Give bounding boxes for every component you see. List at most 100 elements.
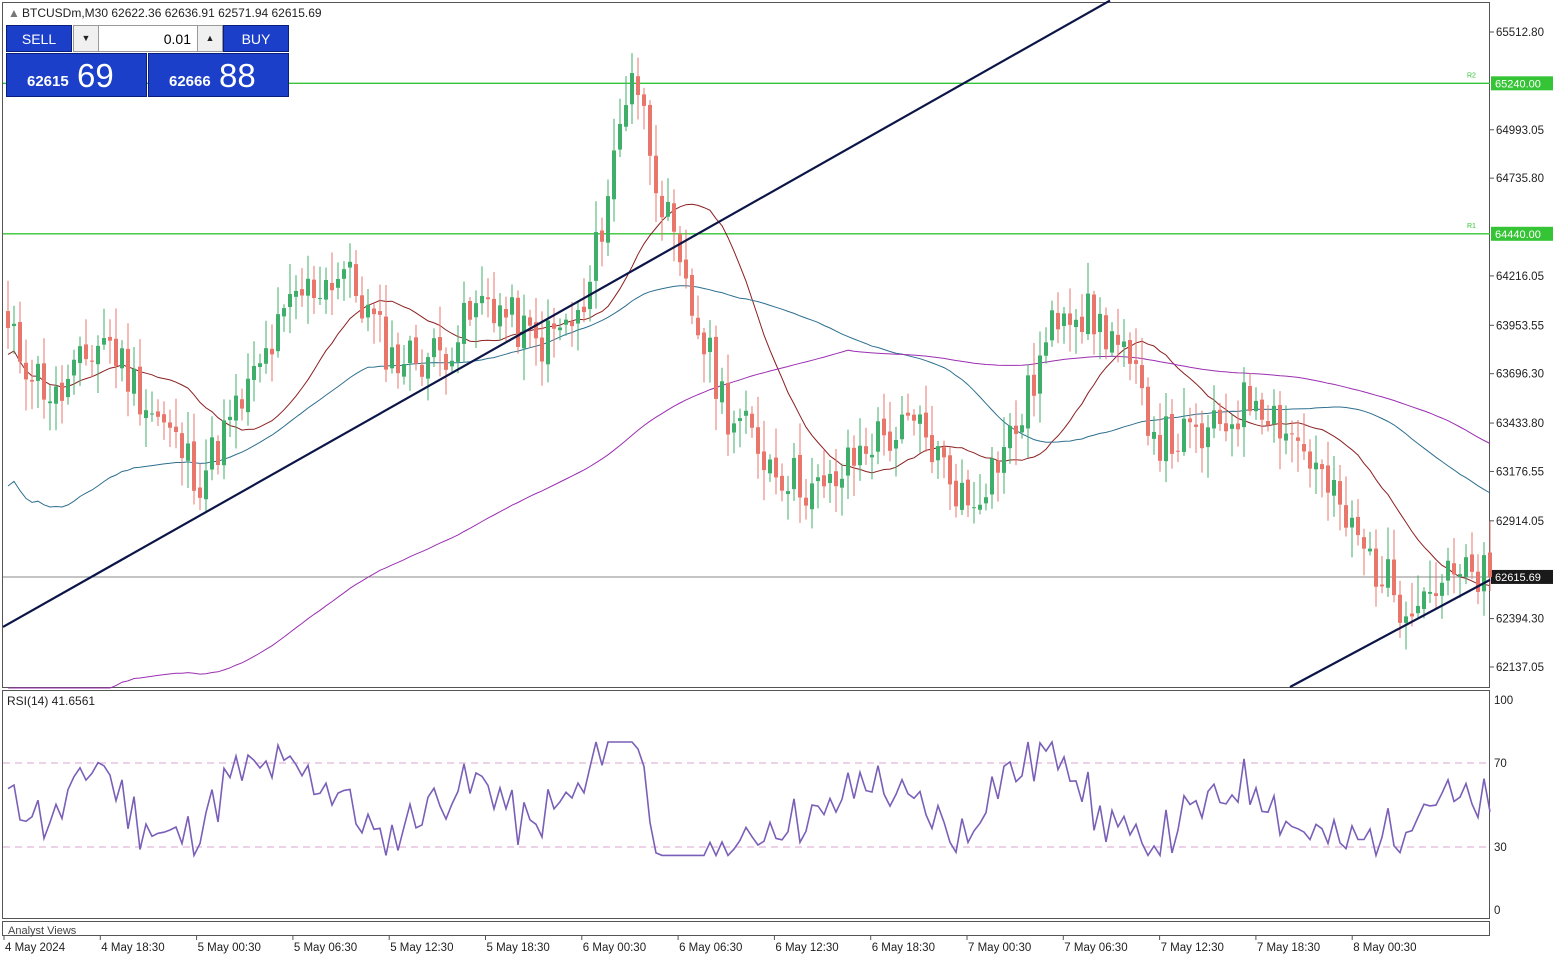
candle-body bbox=[600, 230, 604, 242]
candle-body bbox=[1362, 537, 1366, 549]
level-price-label: 65240.00 bbox=[1495, 78, 1541, 90]
candle-body bbox=[204, 470, 208, 500]
main-chart-frame bbox=[2, 2, 1490, 688]
candle-body bbox=[18, 322, 22, 362]
candle-body bbox=[114, 338, 118, 367]
time-axis-label: 5 May 18:30 bbox=[487, 942, 550, 954]
rsi-axis-label: 30 bbox=[1494, 842, 1507, 854]
candle-body bbox=[870, 454, 874, 458]
buy-price-button[interactable]: 62666 88 bbox=[148, 53, 289, 97]
candle-body bbox=[978, 504, 982, 510]
lot-decrease-icon[interactable]: ▼ bbox=[73, 25, 99, 52]
level-tag-r2: R2 bbox=[1467, 72, 1476, 79]
candle-body bbox=[456, 342, 460, 362]
candle-body bbox=[1356, 516, 1360, 536]
trendline-lower bbox=[1289, 578, 1491, 688]
candle-body bbox=[720, 381, 724, 403]
candle-body bbox=[672, 203, 676, 232]
candle-body bbox=[906, 412, 910, 416]
time-axis-label: 7 May 12:30 bbox=[1161, 942, 1224, 954]
price-axis-label: 62914.05 bbox=[1496, 516, 1544, 528]
level-tag-r1: R1 bbox=[1467, 223, 1476, 230]
candle-body bbox=[480, 295, 484, 304]
candle-body bbox=[714, 336, 718, 399]
candle-body bbox=[846, 447, 850, 476]
candle-body bbox=[66, 378, 70, 398]
candle-body bbox=[1314, 462, 1318, 470]
candle-body bbox=[546, 320, 550, 365]
candle-body bbox=[426, 357, 430, 379]
candle-body bbox=[1458, 574, 1462, 577]
candle-body bbox=[1482, 555, 1486, 592]
candle-body bbox=[162, 414, 166, 423]
candle-body bbox=[1332, 479, 1336, 496]
candle-body bbox=[540, 337, 544, 362]
candle-body bbox=[24, 362, 28, 380]
candle-body bbox=[288, 294, 292, 307]
candle-body bbox=[654, 155, 658, 194]
candle-body bbox=[1236, 423, 1240, 430]
time-axis-label: 7 May 06:30 bbox=[1064, 942, 1127, 954]
candle-body bbox=[1068, 313, 1072, 325]
candle-body bbox=[1248, 386, 1252, 412]
ma-fast-line bbox=[7, 203, 1491, 587]
candle-body bbox=[1416, 605, 1420, 614]
analyst-views-label[interactable]: Analyst Views bbox=[8, 925, 77, 937]
candle-body bbox=[216, 440, 220, 466]
chart-menu-icon[interactable]: ▲ bbox=[8, 6, 20, 20]
candle-body bbox=[414, 337, 418, 364]
candle-body bbox=[774, 457, 778, 478]
candle-body bbox=[36, 363, 40, 381]
candle-body bbox=[504, 309, 508, 318]
time-axis: 4 May 2024 4 May 18:30 5 May 00:30 5 May 06… bbox=[3, 936, 1416, 954]
rsi-axis-label: 0 bbox=[1494, 905, 1500, 917]
candle-body bbox=[594, 232, 598, 281]
candle-body bbox=[948, 455, 952, 485]
candle-body bbox=[1410, 613, 1414, 617]
candle-body bbox=[1230, 424, 1234, 429]
candle-body bbox=[438, 337, 442, 351]
candle-body bbox=[1062, 313, 1066, 327]
lot-size-input[interactable] bbox=[99, 25, 197, 52]
candle-body bbox=[306, 278, 310, 296]
price-axis-label: 65512.80 bbox=[1496, 27, 1544, 39]
candle-body bbox=[1476, 571, 1480, 592]
candle-body bbox=[1266, 421, 1270, 426]
candle-body bbox=[1080, 316, 1084, 332]
buy-button[interactable]: BUY bbox=[223, 25, 289, 52]
lot-increase-icon[interactable]: ▲ bbox=[197, 25, 223, 52]
candle-body bbox=[1302, 444, 1306, 452]
sell-button[interactable]: SELL bbox=[6, 25, 72, 52]
candle-body bbox=[1380, 584, 1384, 587]
candle-body bbox=[996, 460, 1000, 473]
candle-body bbox=[1452, 563, 1456, 575]
candle-body bbox=[132, 368, 136, 394]
candle-body bbox=[348, 261, 352, 268]
candle-body bbox=[42, 363, 46, 400]
candles bbox=[6, 53, 1492, 650]
sell-price-button[interactable]: 62615 69 bbox=[6, 53, 147, 97]
candle-body bbox=[828, 473, 832, 484]
candle-body bbox=[1146, 386, 1150, 436]
candle-body bbox=[564, 319, 568, 325]
candle-body bbox=[1032, 374, 1036, 396]
candle-body bbox=[708, 337, 712, 353]
candle-body bbox=[156, 411, 160, 417]
candle-body bbox=[1392, 559, 1396, 596]
candle-body bbox=[1434, 593, 1438, 596]
price-chart[interactable]: ▲ BTCUSDm,M30 62622.36 62636.91 62571.94… bbox=[0, 0, 1560, 960]
buy-price-pips: 88 bbox=[219, 57, 256, 94]
candle-body bbox=[636, 76, 640, 95]
candle-body bbox=[876, 421, 880, 452]
candle-body bbox=[1446, 560, 1450, 581]
candle-body bbox=[96, 345, 100, 365]
candle-body bbox=[1014, 425, 1018, 434]
candle-body bbox=[198, 487, 202, 498]
candle-body bbox=[282, 308, 286, 317]
candle-body bbox=[1254, 400, 1258, 412]
trendlines[interactable] bbox=[2, 0, 1491, 688]
candle-body bbox=[402, 363, 406, 377]
candle-body bbox=[516, 297, 520, 347]
candle-body bbox=[1074, 319, 1078, 328]
candle-body bbox=[378, 311, 382, 315]
